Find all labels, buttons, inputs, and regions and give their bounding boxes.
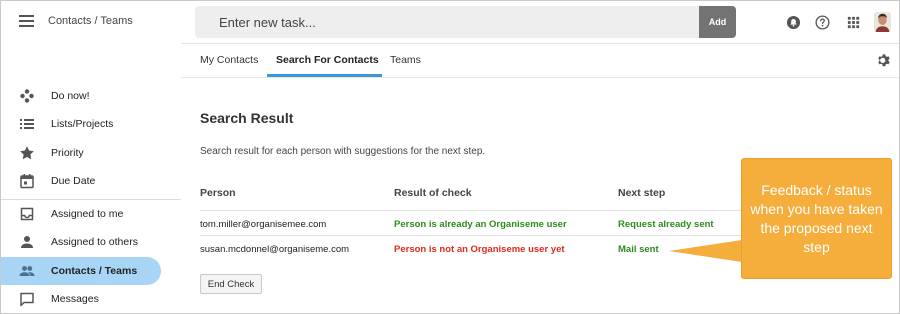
sidebar-item-label: Lists/Projects [51, 118, 114, 130]
person-email: susan.mcdonnel@organiseme.com [200, 244, 350, 255]
user-avatar[interactable] [874, 12, 891, 32]
do-now-icon [20, 89, 34, 103]
row-divider [200, 235, 745, 236]
help-icon[interactable] [815, 15, 830, 30]
tabs-divider [181, 77, 899, 78]
tab-my-contacts[interactable]: My Contacts [200, 43, 258, 77]
sidebar-item-label: Priority [51, 147, 84, 159]
new-task-bar: Add [195, 6, 736, 38]
sidebar-item-assigned-to-me[interactable]: Assigned to me [1, 201, 161, 227]
check-result: Person is not an Organiseme user yet [394, 244, 565, 255]
new-task-input[interactable] [219, 6, 689, 38]
sidebar-item-assigned-to-others[interactable]: Assigned to others [1, 229, 161, 255]
people-icon [19, 266, 35, 276]
column-header-next-step: Next step [618, 187, 666, 199]
gear-icon[interactable] [876, 53, 891, 68]
sidebar-item-label: Assigned to me [51, 208, 124, 220]
end-check-button[interactable]: End Check [200, 274, 262, 294]
page-subtitle: Search result for each person with sugge… [200, 146, 486, 157]
calendar-icon [20, 174, 34, 189]
table-header-divider [200, 210, 745, 211]
person-email: tom.miller@organisemee.com [200, 219, 327, 230]
notification-icon[interactable] [786, 15, 801, 30]
tab-search-for-contacts[interactable]: Search For Contacts [276, 43, 379, 77]
sidebar-item-lists-projects[interactable]: Lists/Projects [1, 111, 161, 137]
sidebar-item-messages[interactable]: Messages [1, 286, 161, 312]
check-result: Person is already an Organiseme user [394, 219, 567, 230]
sidebar: Do now! Lists/Projects Priority Due Date [1, 43, 181, 313]
feedback-callout: Feedback / status when you have taken th… [741, 158, 892, 279]
apps-grid-icon[interactable] [846, 15, 861, 30]
callout-text: Feedback / status when you have taken th… [750, 181, 883, 255]
top-bar: Contacts / Teams Add [1, 1, 899, 43]
app-window: Contacts / Teams Add [0, 0, 900, 314]
sidebar-divider [1, 199, 181, 200]
star-icon [20, 146, 34, 160]
sidebar-item-label: Assigned to others [51, 236, 138, 248]
person-icon [21, 236, 33, 248]
inbox-icon [20, 207, 34, 221]
sidebar-item-do-now[interactable]: Do now! [1, 83, 161, 109]
tab-teams[interactable]: Teams [390, 43, 421, 77]
page-title: Search Result [200, 110, 294, 126]
sidebar-item-due-date[interactable]: Due Date [1, 168, 161, 194]
next-step-status: Request already sent [618, 219, 714, 230]
sidebar-item-label: Contacts / Teams [51, 265, 138, 277]
message-icon [20, 292, 34, 307]
app-title: Contacts / Teams [48, 15, 133, 27]
menu-icon[interactable] [19, 15, 34, 27]
sidebar-item-label: Due Date [51, 175, 96, 187]
column-header-person: Person [200, 187, 236, 199]
add-task-button[interactable]: Add [699, 6, 736, 38]
sidebar-item-label: Do now! [51, 90, 90, 102]
sidebar-item-label: Messages [51, 293, 99, 305]
sidebar-item-priority[interactable]: Priority [1, 140, 161, 166]
list-icon [20, 119, 34, 129]
column-header-result: Result of check [394, 187, 472, 199]
next-step-status: Mail sent [618, 244, 659, 255]
sidebar-item-contacts-teams[interactable]: Contacts / Teams [1, 257, 161, 285]
